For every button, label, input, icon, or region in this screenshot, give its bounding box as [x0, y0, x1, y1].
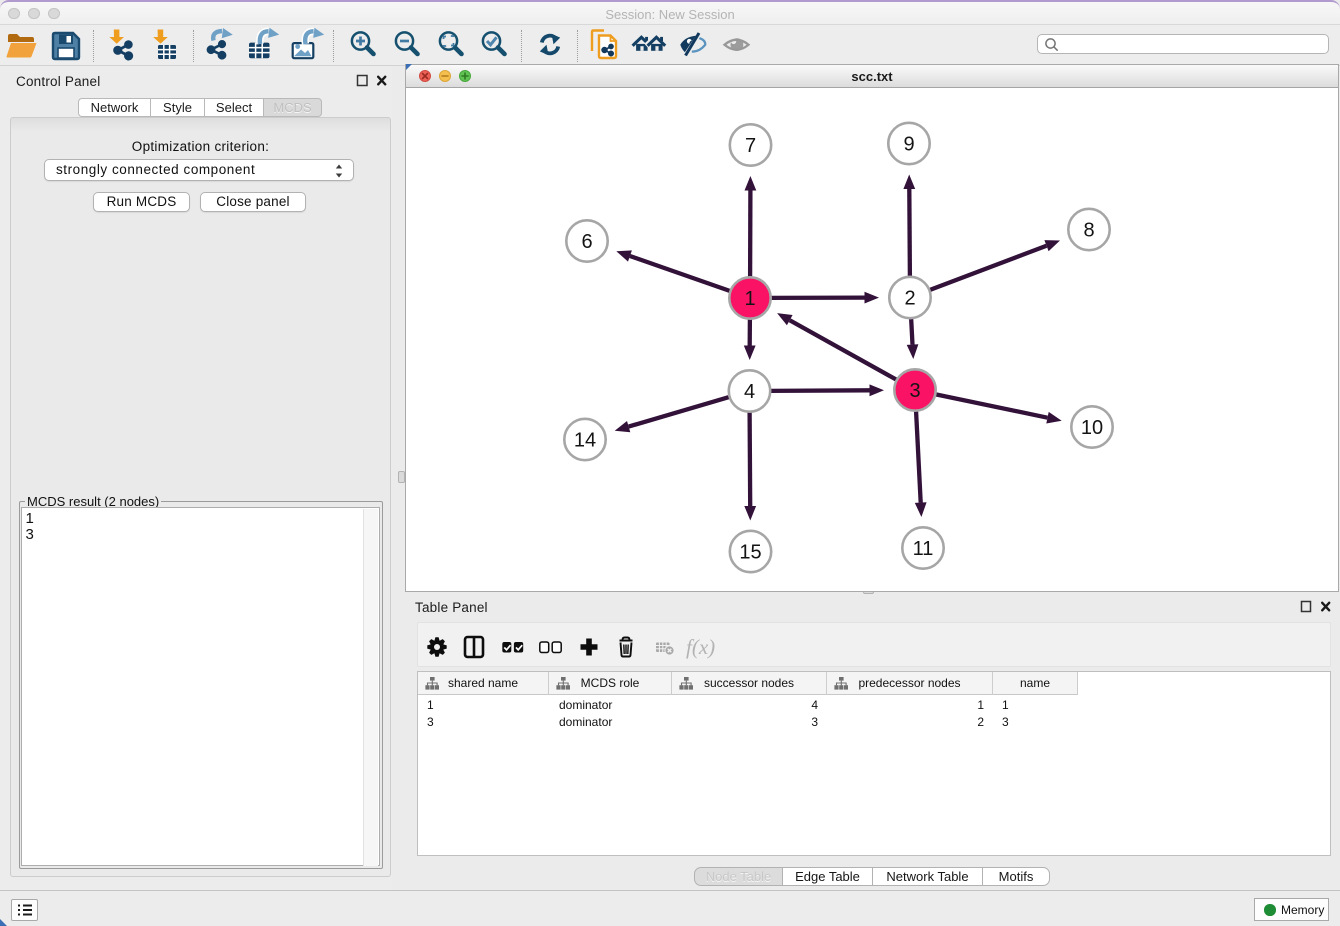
svg-text:4: 4	[744, 381, 755, 403]
svg-text:8: 8	[1083, 220, 1094, 242]
svg-text:3: 3	[909, 380, 920, 402]
svg-text:6: 6	[581, 231, 592, 253]
svg-text:f(x): f(x)	[686, 635, 715, 659]
svg-text:7: 7	[745, 135, 756, 157]
svg-text:10: 10	[1081, 417, 1103, 439]
svg-text:14: 14	[574, 430, 596, 452]
svg-text:2: 2	[904, 288, 915, 310]
svg-text:9: 9	[903, 134, 914, 156]
svg-text:1: 1	[744, 288, 755, 310]
svg-text:11: 11	[913, 538, 934, 560]
svg-text:15: 15	[739, 542, 761, 564]
